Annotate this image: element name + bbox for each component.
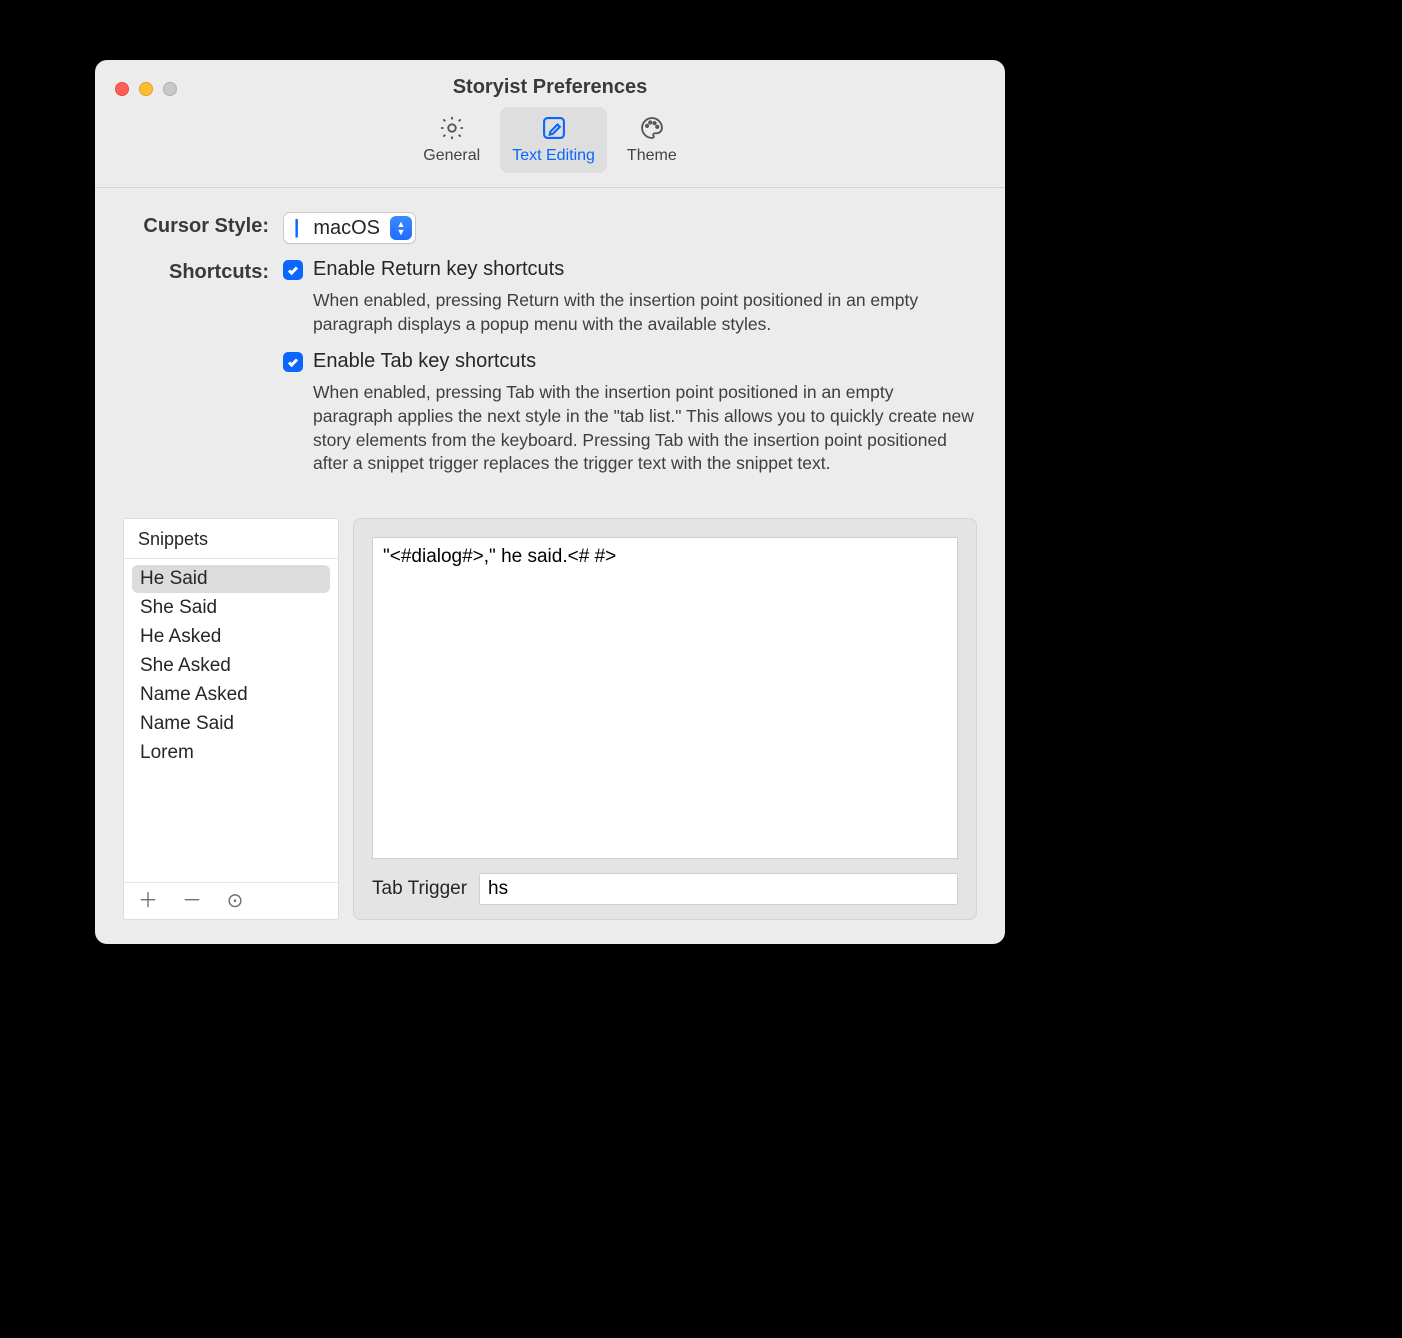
tab-theme[interactable]: Theme <box>615 107 689 173</box>
tab-general[interactable]: General <box>411 107 492 173</box>
return-shortcut-block: Enable Return key shortcuts When enabled… <box>283 258 977 336</box>
return-shortcut-description: When enabled, pressing Return with the i… <box>313 289 977 336</box>
tab-label: General <box>423 147 480 165</box>
remove-snippet-button[interactable]: － <box>182 891 200 911</box>
tab-shortcut-checkbox[interactable] <box>283 352 303 372</box>
snippets-panel: Snippets He Said She Said He Asked She A… <box>123 518 339 920</box>
snippets-footer: ＋ － ⊙ <box>124 882 338 919</box>
snippet-item[interactable]: He Said <box>132 565 330 593</box>
tab-trigger-row: Tab Trigger <box>372 873 958 905</box>
snippet-item[interactable]: Name Said <box>132 710 330 738</box>
snippets-split: Snippets He Said She Said He Asked She A… <box>123 518 977 920</box>
window-title: Storyist Preferences <box>453 76 648 99</box>
snippets-list[interactable]: He Said She Said He Asked She Asked Name… <box>124 559 338 882</box>
cursor-style-label: Cursor Style: <box>123 212 283 238</box>
snippet-item[interactable]: She Asked <box>132 652 330 680</box>
close-window-button[interactable] <box>115 82 129 96</box>
snippets-header: Snippets <box>124 519 338 559</box>
return-shortcut-label: Enable Return key shortcuts <box>313 258 564 281</box>
tab-trigger-input[interactable] <box>479 873 958 905</box>
snippet-actions-button[interactable]: ⊙ <box>226 891 244 911</box>
palette-icon <box>637 113 667 143</box>
tab-label: Text Editing <box>512 147 595 165</box>
shortcuts-label: Shortcuts: <box>123 258 283 284</box>
add-snippet-button[interactable]: ＋ <box>138 891 156 911</box>
cursor-style-row: Cursor Style: | macOS ▲▼ <box>123 212 977 244</box>
tab-label: Theme <box>627 147 677 165</box>
select-stepper-icon: ▲▼ <box>390 216 412 240</box>
compose-icon <box>539 113 569 143</box>
ibeam-icon: | <box>294 217 299 239</box>
preferences-toolbar: General Text Editing <box>411 107 688 173</box>
shortcuts-row: Shortcuts: Enable Return key shortcuts W… <box>123 258 977 490</box>
return-shortcut-checkbox[interactable] <box>283 260 303 280</box>
tab-text-editing[interactable]: Text Editing <box>500 107 607 173</box>
preferences-window: Storyist Preferences General <box>95 60 1005 944</box>
gear-icon <box>437 113 467 143</box>
minimize-window-button[interactable] <box>139 82 153 96</box>
tab-shortcut-block: Enable Tab key shortcuts When enabled, p… <box>283 350 977 476</box>
snippet-body-editor[interactable]: "<#dialog#>," he said.<# #> <box>372 537 958 859</box>
snippet-item[interactable]: Name Asked <box>132 681 330 709</box>
tab-shortcut-label: Enable Tab key shortcuts <box>313 350 536 373</box>
zoom-window-button[interactable] <box>163 82 177 96</box>
tab-trigger-label: Tab Trigger <box>372 878 467 900</box>
window-controls <box>115 82 177 96</box>
snippet-item[interactable]: Lorem <box>132 739 330 767</box>
snippet-item[interactable]: She Said <box>132 594 330 622</box>
snippet-editor-area: "<#dialog#>," he said.<# #> Tab Trigger <box>353 518 977 920</box>
snippet-item[interactable]: He Asked <box>132 623 330 651</box>
cursor-style-value: macOS <box>313 217 380 240</box>
content-area: Cursor Style: | macOS ▲▼ Shortcuts: <box>95 188 1005 944</box>
tab-shortcut-description: When enabled, pressing Tab with the inse… <box>313 381 977 476</box>
titlebar: Storyist Preferences General <box>95 60 1005 188</box>
cursor-style-select[interactable]: | macOS ▲▼ <box>283 212 416 244</box>
